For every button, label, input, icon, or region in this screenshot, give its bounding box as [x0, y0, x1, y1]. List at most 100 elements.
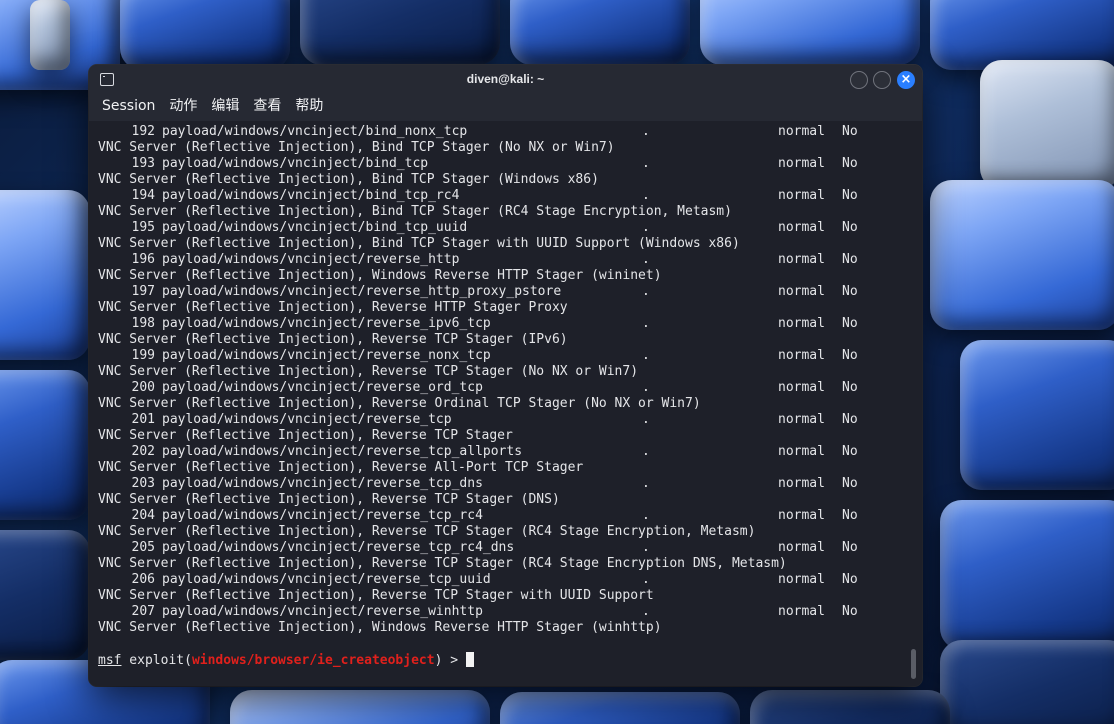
module-number: 201	[131, 412, 155, 427]
menu-edit[interactable]: 编辑	[211, 95, 239, 121]
module-check: No	[842, 540, 858, 555]
module-date: .	[642, 572, 650, 587]
window-title: diven@kali: ~	[466, 72, 545, 86]
module-row: 205 payload/windows/vncinject/reverse_tcp…	[98, 540, 904, 556]
module-number: 206	[131, 572, 155, 587]
module-rank: normal	[778, 348, 825, 363]
menu-help[interactable]: 帮助	[295, 95, 323, 121]
module-check: No	[842, 124, 858, 139]
module-name: payload/windows/vncinject/reverse_winhtt…	[162, 604, 483, 619]
module-rank: normal	[778, 284, 825, 299]
module-check: No	[842, 572, 858, 587]
module-check: No	[842, 252, 858, 267]
menu-view[interactable]: 查看	[253, 95, 281, 121]
module-date: .	[642, 476, 650, 491]
module-number: 194	[131, 188, 155, 203]
module-check: No	[842, 220, 858, 235]
module-name: payload/windows/vncinject/reverse_ord_tc…	[162, 380, 483, 395]
module-rank: normal	[778, 540, 825, 555]
vertical-scrollbar[interactable]	[904, 121, 922, 686]
module-row: 206 payload/windows/vncinject/reverse_tcp…	[98, 572, 904, 588]
module-row: 195 payload/windows/vncinject/bind_tcp_uu…	[98, 220, 904, 236]
module-row: 203 payload/windows/vncinject/reverse_tcp…	[98, 476, 904, 492]
module-check: No	[842, 476, 858, 491]
module-row: 204 payload/windows/vncinject/reverse_tcp…	[98, 508, 904, 524]
module-description: VNC Server (Reflective Injection), Rever…	[98, 588, 654, 603]
module-row: 197 payload/windows/vncinject/reverse_htt…	[98, 284, 904, 300]
module-name: payload/windows/vncinject/bind_tcp_rc4	[162, 188, 460, 203]
module-date: .	[642, 604, 650, 619]
maximize-icon[interactable]	[873, 71, 891, 89]
module-date: .	[642, 540, 650, 555]
module-row: 192 payload/windows/vncinject/bind_nonx_t…	[98, 124, 904, 140]
module-check: No	[842, 156, 858, 171]
module-row: 201 payload/windows/vncinject/reverse_tcp…	[98, 412, 904, 428]
module-date: .	[642, 252, 650, 267]
wallpaper-key	[930, 180, 1114, 330]
wallpaper-key	[510, 0, 690, 65]
module-name: payload/windows/vncinject/bind_tcp_uuid	[162, 220, 468, 235]
module-rank: normal	[778, 252, 825, 267]
module-row: 207 payload/windows/vncinject/reverse_win…	[98, 604, 904, 620]
module-rank: normal	[778, 380, 825, 395]
module-row: 194 payload/windows/vncinject/bind_tcp_rc…	[98, 188, 904, 204]
wallpaper-key	[960, 340, 1114, 490]
wallpaper-key	[0, 190, 90, 360]
module-date: .	[642, 348, 650, 363]
prompt-module: windows/browser/ie_createobject	[191, 653, 435, 668]
close-icon[interactable]: ×	[897, 71, 915, 89]
module-number: 203	[131, 476, 155, 491]
module-description: VNC Server (Reflective Injection), Rever…	[98, 396, 701, 411]
wallpaper-key	[120, 0, 290, 70]
module-rank: normal	[778, 604, 825, 619]
module-date: .	[642, 284, 650, 299]
menu-actions[interactable]: 动作	[169, 95, 197, 121]
module-date: .	[642, 508, 650, 523]
module-check: No	[842, 188, 858, 203]
module-number: 192	[131, 124, 155, 139]
scrollbar-thumb[interactable]	[911, 649, 916, 679]
module-number: 204	[131, 508, 155, 523]
module-name: payload/windows/vncinject/reverse_tcp_uu…	[162, 572, 491, 587]
module-description: VNC Server (Reflective Injection), Rever…	[98, 364, 639, 379]
module-date: .	[642, 412, 650, 427]
module-description: VNC Server (Reflective Injection), Rever…	[98, 524, 756, 539]
module-date: .	[642, 316, 650, 331]
menu-session[interactable]: Session	[102, 95, 155, 121]
menu-bar: Session 动作 编辑 查看 帮助	[89, 95, 922, 121]
prompt-suffix: ) >	[434, 653, 466, 668]
module-number: 202	[131, 444, 155, 459]
module-name: payload/windows/vncinject/reverse_nonx_t…	[162, 348, 491, 363]
minimize-icon[interactable]	[850, 71, 868, 89]
module-rank: normal	[778, 220, 825, 235]
module-description: VNC Server (Reflective Injection), Bind …	[98, 172, 599, 187]
module-name: payload/windows/vncinject/reverse_tcp_rc…	[162, 508, 483, 523]
title-bar[interactable]: diven@kali: ~ ×	[89, 65, 922, 95]
module-description: VNC Server (Reflective Injection), Rever…	[98, 428, 513, 443]
module-name: payload/windows/vncinject/reverse_tcp_rc…	[162, 540, 515, 555]
module-check: No	[842, 508, 858, 523]
prompt-command: exploit(	[121, 653, 192, 668]
prompt-msf: msf	[98, 653, 122, 668]
module-date: .	[642, 444, 650, 459]
module-number: 198	[131, 316, 155, 331]
command-prompt[interactable]: msf exploit(windows/browser/ie_createobj…	[98, 652, 904, 668]
module-description: VNC Server (Reflective Injection), Windo…	[98, 268, 662, 283]
module-rank: normal	[778, 508, 825, 523]
terminal-window[interactable]: diven@kali: ~ × Session 动作 编辑 查看 帮助 192 p…	[89, 65, 922, 686]
terminal-output[interactable]: 192 payload/windows/vncinject/bind_nonx_t…	[89, 121, 904, 686]
module-name: payload/windows/vncinject/reverse_http_p…	[162, 284, 562, 299]
module-date: .	[642, 124, 650, 139]
module-date: .	[642, 380, 650, 395]
module-check: No	[842, 348, 858, 363]
module-name: payload/windows/vncinject/reverse_ipv6_t…	[162, 316, 491, 331]
wallpaper-key	[0, 370, 90, 520]
module-rank: normal	[778, 572, 825, 587]
module-description: VNC Server (Reflective Injection), Bind …	[98, 204, 732, 219]
module-description: VNC Server (Reflective Injection), Rever…	[98, 460, 584, 475]
module-check: No	[842, 412, 858, 427]
module-date: .	[642, 188, 650, 203]
module-rank: normal	[778, 316, 825, 331]
module-number: 205	[131, 540, 155, 555]
module-check: No	[842, 380, 858, 395]
